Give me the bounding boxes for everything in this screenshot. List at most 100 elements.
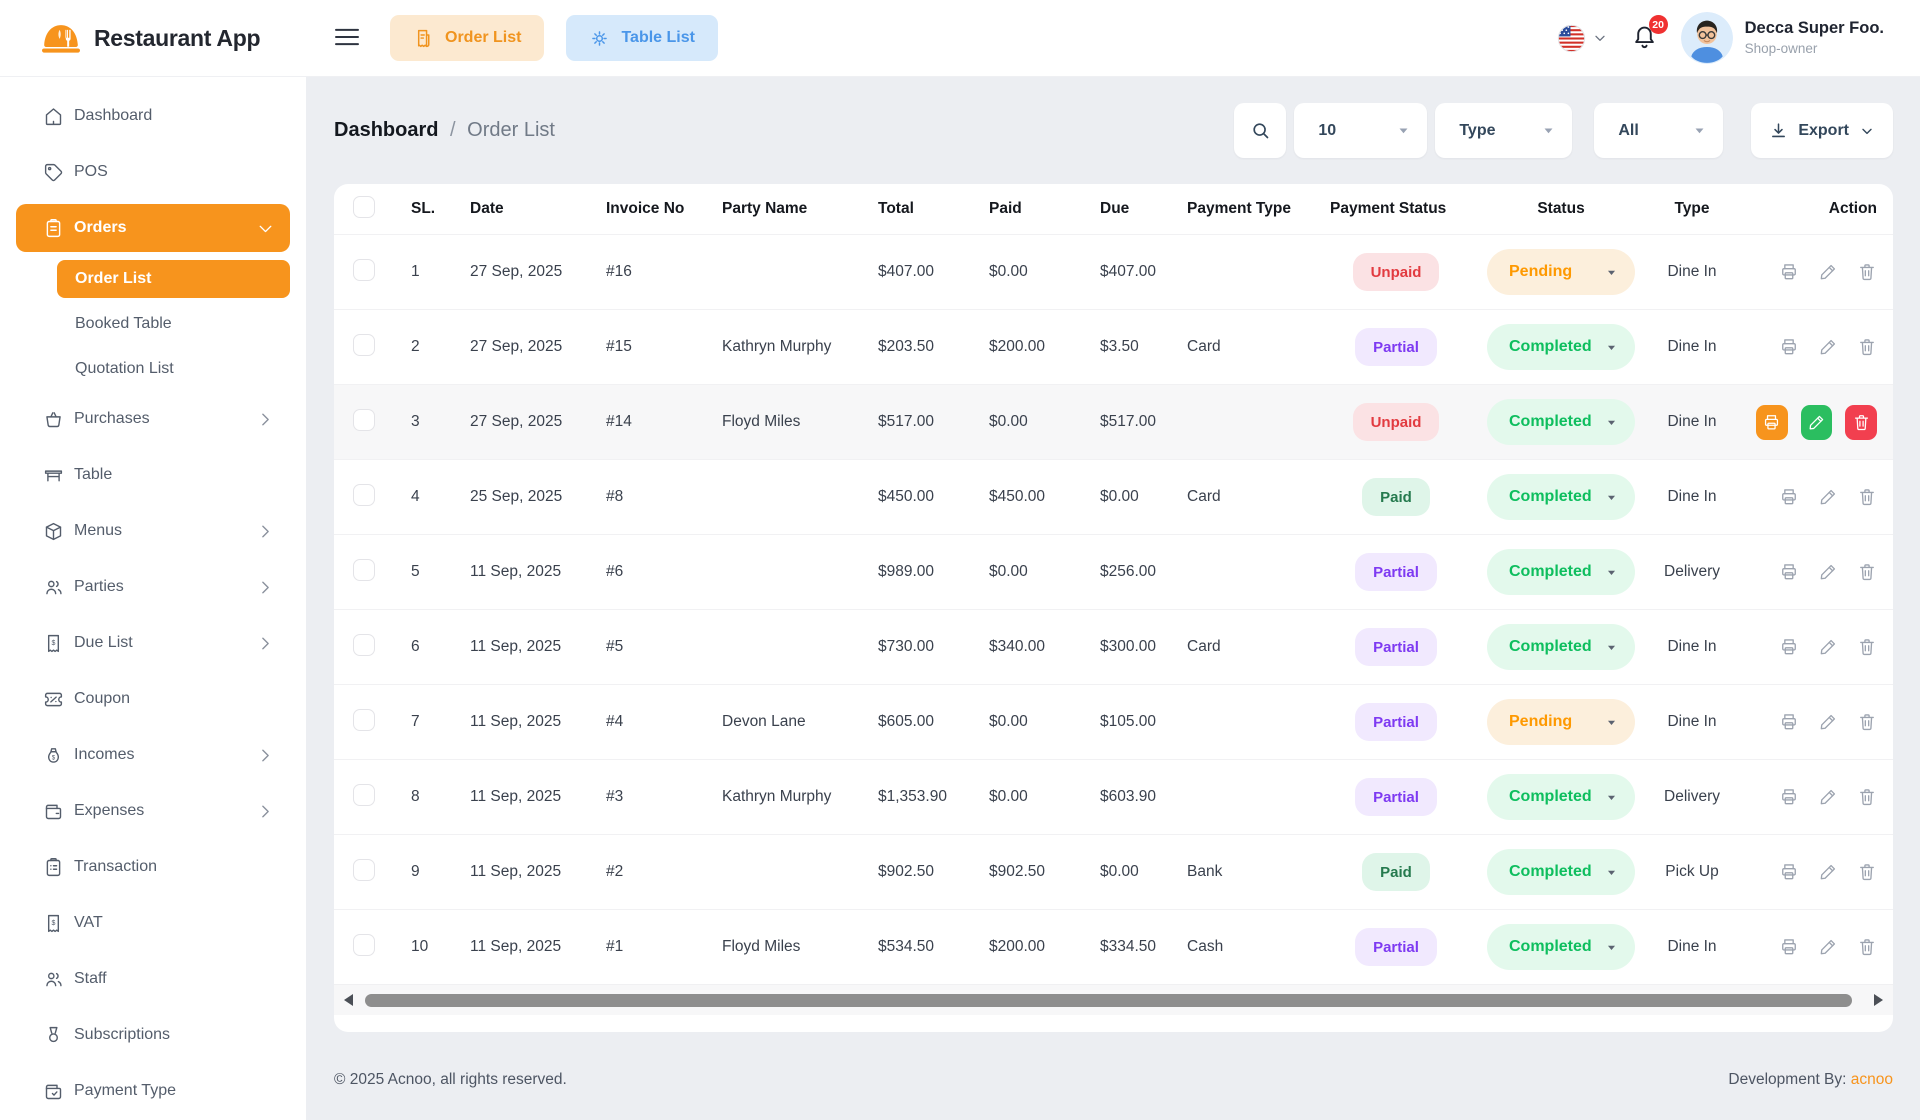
row-checkbox[interactable] (353, 409, 375, 431)
printer-icon[interactable] (1779, 712, 1799, 732)
row-checkbox[interactable] (353, 634, 375, 656)
box-icon (43, 521, 64, 542)
printer-icon[interactable] (1779, 337, 1799, 357)
export-button[interactable]: Export (1751, 103, 1893, 158)
order-list-quick-button[interactable]: Order List (390, 15, 544, 61)
status-dropdown[interactable]: Pending (1487, 249, 1635, 295)
printer-icon[interactable] (1779, 862, 1799, 882)
sidebar-item-expenses[interactable]: Expenses (0, 783, 306, 839)
status-dropdown[interactable]: Completed (1487, 474, 1635, 520)
edit-pencil-icon[interactable] (1818, 562, 1838, 582)
search-button[interactable] (1234, 103, 1286, 158)
status-filter-select[interactable]: All (1594, 103, 1723, 158)
sidebar-item-staff[interactable]: Staff (0, 951, 306, 1007)
edit-pencil-icon[interactable] (1818, 487, 1838, 507)
table-icon (43, 465, 64, 486)
status-dropdown[interactable]: Completed (1487, 624, 1635, 670)
edit-pencil-icon[interactable] (1818, 337, 1838, 357)
edit-button[interactable] (1801, 405, 1833, 440)
sidebar-item-purchases[interactable]: Purchases (0, 391, 306, 447)
sidebar-subitem-quotation-list[interactable]: Quotation List (57, 346, 290, 391)
sidebar-item-incomes[interactable]: $Incomes (0, 727, 306, 783)
user-avatar[interactable] (1681, 12, 1733, 64)
sidebar-item-pos[interactable]: POS (0, 144, 306, 200)
sidebar-subitem-order-list[interactable]: Order List (57, 256, 290, 301)
printer-icon[interactable] (1779, 787, 1799, 807)
status-dropdown[interactable]: Completed (1487, 549, 1635, 595)
user-meta[interactable]: Decca Super Foo. Shop-owner (1745, 18, 1884, 58)
printer-icon[interactable] (1779, 637, 1799, 657)
trash-icon[interactable] (1857, 487, 1877, 507)
row-checkbox[interactable] (353, 484, 375, 506)
printer-icon[interactable] (1779, 937, 1799, 957)
edit-pencil-icon[interactable] (1818, 712, 1838, 732)
row-checkbox[interactable] (353, 709, 375, 731)
edit-pencil-icon[interactable] (1818, 862, 1838, 882)
row-checkbox[interactable] (353, 334, 375, 356)
status-dropdown[interactable]: Pending (1487, 699, 1635, 745)
sidebar-toggle-icon[interactable] (332, 26, 362, 50)
print-button[interactable] (1756, 405, 1788, 440)
sidebar-item-subscriptions[interactable]: Subscriptions (0, 1007, 306, 1063)
status-dropdown[interactable]: Completed (1487, 399, 1635, 445)
printer-icon[interactable] (1779, 487, 1799, 507)
sidebar-item-due-list[interactable]: $Due List (0, 615, 306, 671)
scroll-right-arrow-icon[interactable] (1874, 994, 1883, 1006)
notifications-button[interactable]: 20 (1630, 22, 1659, 54)
row-checkbox[interactable] (353, 259, 375, 281)
cell-actions (1743, 712, 1893, 732)
app-title: Restaurant App (94, 25, 260, 52)
developer-link[interactable]: acnoo (1851, 1071, 1893, 1088)
status-dropdown[interactable]: Completed (1487, 924, 1635, 970)
sidebar-item-coupon[interactable]: Coupon (0, 671, 306, 727)
select-all-checkbox[interactable] (353, 196, 375, 218)
trash-icon[interactable] (1857, 337, 1877, 357)
sidebar-subitem-booked-table[interactable]: Booked Table (57, 301, 290, 346)
cell-date: 11 Sep, 2025 (451, 788, 587, 806)
language-selector[interactable] (1557, 24, 1608, 53)
cell-paid: $0.00 (970, 713, 1081, 731)
table-list-quick-button[interactable]: Table List (566, 15, 718, 61)
trash-icon[interactable] (1857, 787, 1877, 807)
breadcrumb-parent[interactable]: Dashboard (334, 119, 438, 141)
scroll-left-arrow-icon[interactable] (344, 994, 353, 1006)
sidebar-item-parties[interactable]: Parties (0, 559, 306, 615)
row-checkbox[interactable] (353, 784, 375, 806)
sidebar-item-payment-type[interactable]: Payment Type (0, 1063, 306, 1119)
delete-button[interactable] (1845, 405, 1877, 440)
tag-icon (43, 162, 64, 183)
trash-icon[interactable] (1857, 712, 1877, 732)
sidebar-item-menus[interactable]: Menus (0, 503, 306, 559)
edit-pencil-icon[interactable] (1818, 262, 1838, 282)
type-filter-select[interactable]: Type (1435, 103, 1572, 158)
edit-pencil-icon[interactable] (1818, 937, 1838, 957)
cell-actions (1743, 787, 1893, 807)
sidebar-item-transaction[interactable]: Transaction (0, 839, 306, 895)
cell-due: $603.90 (1081, 788, 1168, 806)
trash-icon[interactable] (1857, 862, 1877, 882)
status-dropdown[interactable]: Completed (1487, 774, 1635, 820)
printer-icon[interactable] (1779, 562, 1799, 582)
sidebar-item-vat[interactable]: $VAT (0, 895, 306, 951)
trash-icon[interactable] (1857, 937, 1877, 957)
row-checkbox[interactable] (353, 859, 375, 881)
cell-status: Completed (1481, 624, 1641, 670)
trash-icon[interactable] (1857, 562, 1877, 582)
sidebar-item-dashboard[interactable]: Dashboard (0, 88, 306, 144)
status-dropdown[interactable]: Completed (1487, 324, 1635, 370)
row-checkbox[interactable] (353, 559, 375, 581)
trash-icon[interactable] (1857, 262, 1877, 282)
row-checkbox[interactable] (353, 934, 375, 956)
sidebar-item-orders[interactable]: Orders (0, 200, 306, 256)
printer-icon[interactable] (1779, 262, 1799, 282)
per-page-select[interactable]: 10 (1294, 103, 1427, 158)
edit-pencil-icon[interactable] (1818, 637, 1838, 657)
trash-icon[interactable] (1857, 637, 1877, 657)
status-dropdown[interactable]: Completed (1487, 849, 1635, 895)
cell-invoice: #1 (587, 938, 703, 956)
edit-pencil-icon[interactable] (1818, 787, 1838, 807)
sidebar-item-table[interactable]: Table (0, 447, 306, 503)
cell-payment-status: Unpaid (1311, 253, 1481, 291)
scrollbar-thumb[interactable] (365, 994, 1852, 1007)
horizontal-scrollbar[interactable] (334, 984, 1893, 1015)
